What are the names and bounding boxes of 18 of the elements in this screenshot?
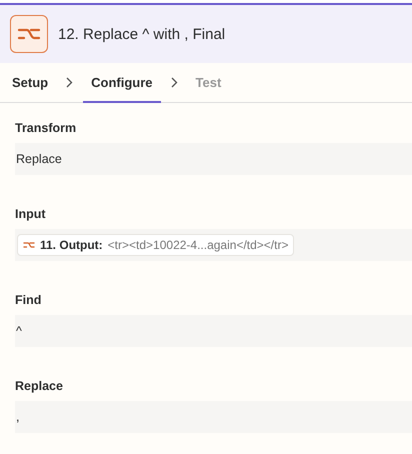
step-tab[interactable]: Setup [4,63,56,103]
field-label: Find [15,293,42,307]
field-label: Replace [15,379,64,393]
chevron-right-icon [170,77,178,88]
field-label: Transform [15,121,78,135]
text-field[interactable]: Replace [15,143,412,175]
chevron-right-icon [66,77,74,88]
chip-value: <tr><td>10022-4...again</td></tr> [108,238,288,252]
text-field[interactable]: , [15,401,412,433]
step-tab[interactable]: Configure [83,63,161,103]
chip-step: 11. Output: [40,238,103,252]
formatter-icon [23,240,35,250]
mapped-field[interactable]: 11. Output: <tr><td>10022-4...again</td></tr> [15,229,412,261]
step-title: 12. Replace ^ with , Final [58,26,226,42]
mapped-value-chip[interactable]: 11. Output: <tr><td>10022-4...again</td></tr> [17,234,294,256]
field-label: Input [15,207,47,221]
formatter-icon [10,15,48,53]
text-field[interactable]: ^ [15,315,412,347]
